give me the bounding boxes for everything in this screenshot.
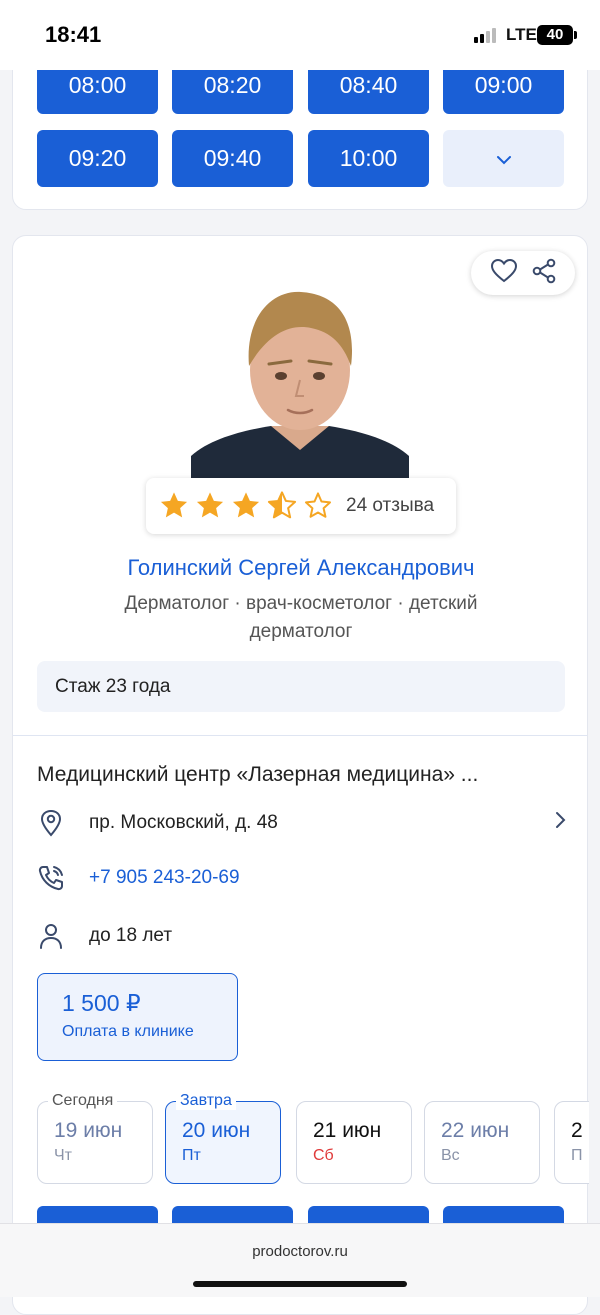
date-chip[interactable]: 22 июн Вс [424, 1101, 540, 1184]
price-value: 1 500 ₽ [62, 990, 141, 1016]
date-chip-weekday: Сб [313, 1147, 334, 1164]
star-icon [160, 492, 188, 518]
date-chip-date: 19 июн [54, 1119, 123, 1142]
url-label[interactable]: prodoctorov.ru [0, 1243, 600, 1260]
browser-bar: prodoctorov.ru [0, 1223, 600, 1297]
date-chip[interactable]: Сегодня 19 июн Чт [37, 1092, 153, 1184]
time-slot[interactable]: 09:20 [37, 130, 158, 187]
doctor-specialty: Дерматолог · врач-косметолог · детский д… [124, 593, 478, 642]
empty-star-icon [305, 492, 331, 518]
doctor-card: 24 отзыва Голинский Сергей Александрович… [12, 235, 589, 1315]
rating-badge[interactable]: 24 отзыва [146, 478, 456, 534]
date-chip[interactable]: 21 июн Сб [296, 1101, 412, 1184]
status-time: 18:41 [45, 22, 102, 47]
star-icon [232, 492, 260, 518]
doctor-name[interactable]: Голинский Сергей Александрович [13, 555, 589, 581]
favorite-button[interactable] [490, 258, 518, 289]
date-chip-weekday: Чт [54, 1147, 72, 1164]
date-chip-date: 21 июн [313, 1119, 382, 1142]
divider [13, 735, 587, 736]
show-more-slots-button[interactable] [443, 130, 564, 187]
star-icon [196, 492, 224, 518]
date-chip-label: Сегодня [48, 1092, 118, 1110]
phone-icon [37, 864, 65, 892]
share-icon [532, 258, 555, 283]
date-chip-weekday: Вс [441, 1147, 460, 1164]
share-button[interactable] [531, 258, 557, 289]
clinic-age-row: до 18 лет [37, 922, 567, 950]
date-chip[interactable]: Завтра 20 июн Пт [165, 1092, 281, 1184]
clinic-phone-row[interactable]: +7 905 243-20-69 [37, 864, 567, 892]
time-slot[interactable]: 09:40 [172, 130, 293, 187]
date-chip-label: Завтра [176, 1092, 236, 1110]
map-pin-icon [37, 809, 65, 837]
clinic-address-row[interactable]: пр. Московский, д. 48 [37, 809, 567, 837]
price-option[interactable]: 1 500 ₽ Оплата в клинике [37, 973, 238, 1061]
chevron-down-icon [496, 155, 511, 165]
date-chip-weekday: Пт [182, 1147, 201, 1164]
home-indicator[interactable] [193, 1281, 407, 1287]
reviews-count: 24 отзыва [346, 495, 435, 516]
cellular-signal-icon [474, 28, 496, 43]
rating-stars [158, 490, 334, 522]
half-star-icon [267, 491, 297, 519]
time-slot[interactable]: 10:00 [308, 130, 429, 187]
status-bar: 18:41 LTE 40 [0, 0, 600, 70]
chevron-right-icon [553, 810, 567, 836]
clinic-name[interactable]: Медицинский центр «Лазерная медицина» ..… [37, 763, 567, 787]
battery-icon: 40 [537, 25, 577, 45]
card-actions [471, 251, 575, 295]
date-selector: Сегодня 19 июн Чт Завтра 20 июн Пт 21 ию… [37, 1091, 589, 1191]
heart-icon [490, 258, 517, 282]
date-chip-weekday: П [571, 1147, 583, 1164]
date-chip-date: 22 июн [441, 1119, 510, 1142]
doctor-photo [191, 288, 409, 478]
date-chip-date: 2 [571, 1119, 583, 1142]
date-chip[interactable]: 2 П [554, 1101, 589, 1184]
clinic-address: пр. Московский, д. 48 [89, 812, 278, 833]
network-type: LTE [506, 25, 537, 44]
clinic-phone-link[interactable]: +7 905 243-20-69 [89, 867, 240, 889]
clinic-age: до 18 лет [89, 925, 173, 946]
experience-badge: Стаж 23 года [37, 661, 565, 712]
person-icon [37, 922, 65, 950]
price-note: Оплата в клинике [62, 1023, 194, 1040]
date-chip-date: 20 июн [182, 1119, 251, 1142]
